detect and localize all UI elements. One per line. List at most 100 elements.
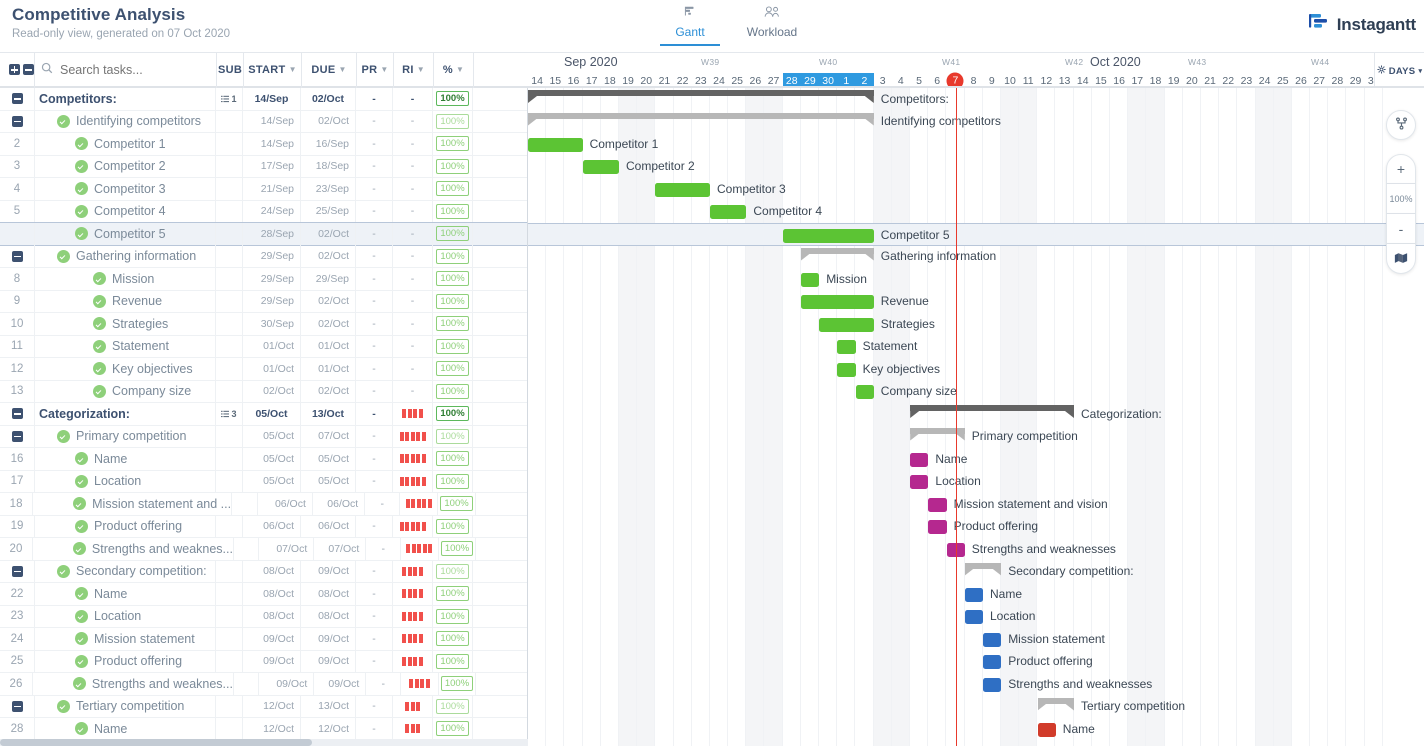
table-row[interactable]: 10 Strategies 30/Sep 02/Oct - -100% (0, 312, 527, 336)
timeline-day-cell[interactable]: 14 (1074, 73, 1092, 86)
timeline-day-cell[interactable]: 23 (1237, 73, 1255, 86)
overview-map-button[interactable] (1386, 244, 1416, 274)
task-name-cell[interactable]: Competitor 5 (34, 222, 215, 245)
gantt-task-bar[interactable] (710, 205, 747, 219)
timeline-day-cell[interactable]: 2 (855, 73, 874, 86)
zoom-level-display[interactable]: 100% (1386, 184, 1416, 214)
gantt-summary-bar[interactable] (528, 90, 874, 103)
gantt-row[interactable]: Statement (528, 336, 1424, 359)
gantt-row[interactable]: Strengths and weaknesses (528, 538, 1424, 561)
table-row[interactable]: 11 Statement 01/Oct 01/Oct - -100% (0, 335, 527, 358)
task-name-cell[interactable]: Gathering information (34, 245, 215, 268)
table-row[interactable]: 4 Competitor 3 21/Sep 23/Sep - -100% (0, 177, 527, 201)
gantt-row[interactable]: Mission statement (528, 628, 1424, 651)
gantt-row[interactable]: Mission (528, 268, 1424, 291)
task-name-cell[interactable]: Secondary competition: (34, 560, 215, 583)
task-complete-check-icon[interactable] (75, 632, 88, 646)
gantt-row[interactable]: Product offering (528, 651, 1424, 674)
gantt-chart-area[interactable]: Competitors: Identifying competitors Compe… (528, 88, 1424, 746)
gantt-row[interactable]: Competitor 3 (528, 178, 1424, 201)
task-name-cell[interactable]: Product offering (34, 650, 215, 673)
timeline-day-cell[interactable]: 27 (764, 73, 782, 86)
gantt-task-bar[interactable] (801, 295, 874, 309)
task-complete-check-icon[interactable] (93, 272, 106, 286)
table-row[interactable]: 20 Strengths and weaknes... 07/Oct 07/Oct -1… (0, 537, 527, 561)
gantt-task-bar[interactable] (964, 587, 983, 602)
gantt-row[interactable]: Tertiary competition (528, 696, 1424, 719)
table-row[interactable]: 26 Strengths and weaknes... 09/Oct 09/Oct -1… (0, 672, 527, 696)
timeline-day-cell[interactable]: 8 (965, 73, 983, 86)
gantt-row[interactable]: Competitor 1 (528, 133, 1424, 156)
task-complete-check-icon[interactable] (93, 339, 106, 353)
gantt-task-bar[interactable] (528, 137, 583, 152)
task-complete-check-icon[interactable] (75, 137, 88, 151)
task-name-cell[interactable]: Competitors: (34, 88, 215, 110)
table-row[interactable]: 12 Key objectives 01/Oct 01/Oct - -100% (0, 357, 527, 381)
collapse-icon[interactable] (11, 93, 23, 105)
task-complete-check-icon[interactable] (75, 204, 88, 218)
timeline-day-cell[interactable]: 29 (1346, 73, 1364, 86)
collapse-icon[interactable] (11, 408, 23, 420)
gantt-task-bar[interactable] (983, 632, 1002, 647)
task-name-cell[interactable]: Primary competition (34, 425, 215, 448)
row-collapse-toggle[interactable] (0, 430, 34, 442)
timeline-day-cell[interactable]: 28 (782, 73, 801, 86)
collapse-icon[interactable] (11, 250, 23, 262)
timeline-day-cell[interactable]: 7 (946, 72, 964, 86)
timeline-day-cell[interactable]: 20 (637, 73, 655, 86)
timeline-day-cell[interactable]: 3 (874, 73, 892, 86)
gantt-summary-bar[interactable] (1037, 697, 1074, 711)
timeline-day-cell[interactable]: 22 (1219, 73, 1237, 86)
task-complete-check-icon[interactable] (75, 452, 88, 466)
gantt-summary-bar[interactable] (528, 112, 874, 126)
row-collapse-toggle[interactable] (0, 93, 34, 105)
task-name-cell[interactable]: Competitor 2 (34, 155, 215, 178)
task-complete-check-icon[interactable] (57, 249, 70, 263)
timeline-day-cell[interactable]: 15 (546, 73, 564, 86)
filter-icon[interactable]: ▼ (380, 65, 388, 74)
timeline-day-cell[interactable]: 9 (983, 73, 1001, 86)
row-collapse-toggle[interactable] (0, 700, 34, 712)
table-row[interactable]: 18 Mission statement and ... 06/Oct 06/Oct -… (0, 492, 527, 516)
task-complete-check-icon[interactable] (75, 182, 88, 196)
table-row[interactable]: 25 Product offering 09/Oct 09/Oct -100% (0, 650, 527, 673)
table-row[interactable]: Tertiary competition 12/Oct 13/Oct - 100% (0, 695, 527, 718)
gantt-row[interactable]: Competitor 5 (528, 223, 1424, 246)
timeline-day-cell[interactable]: 21 (1201, 73, 1219, 86)
timeline-day-cell[interactable]: 4 (892, 73, 910, 86)
timeline-day-labels[interactable]: 14 15 16 17 18 19 20 21 22 23 24 25 26 27 28 29 30 1 2 3 4 5 6… (528, 72, 1383, 86)
task-name-cell[interactable]: Competitor 1 (34, 132, 215, 155)
gantt-summary-bar[interactable] (801, 247, 874, 261)
timeline-day-cell[interactable]: 18 (601, 73, 619, 86)
table-row[interactable]: 23 Location 08/Oct 08/Oct -100% (0, 605, 527, 628)
task-complete-check-icon[interactable] (75, 474, 88, 488)
timeline-day-cell[interactable]: 26 (746, 73, 764, 86)
gantt-task-bar[interactable] (928, 520, 947, 534)
table-horizontal-scrollbar[interactable] (0, 739, 528, 746)
gantt-row[interactable]: Product offering (528, 516, 1424, 539)
task-name-cell[interactable]: Tertiary competition (34, 695, 215, 718)
gantt-task-bar[interactable] (983, 677, 1002, 692)
collapse-icon[interactable] (11, 565, 23, 577)
gantt-task-bar[interactable] (910, 452, 929, 467)
timeline-day-cell[interactable]: 24 (1256, 73, 1274, 86)
collapse-icon[interactable] (11, 430, 23, 442)
timeline-day-cell[interactable]: 21 (655, 73, 673, 86)
search-container[interactable] (34, 51, 216, 88)
task-complete-check-icon[interactable] (73, 497, 87, 511)
table-row[interactable]: 19 Product offering 06/Oct 06/Oct -100% (0, 515, 527, 538)
gantt-summary-bar[interactable] (964, 562, 1002, 576)
task-name-cell[interactable]: Identifying competitors (34, 110, 215, 133)
gantt-row[interactable]: Location (528, 471, 1424, 494)
timeline-day-cell[interactable]: 27 (1310, 73, 1328, 86)
zoom-out-button[interactable]: - (1386, 214, 1416, 244)
timeline-day-cell[interactable]: 23 (692, 73, 710, 86)
task-complete-check-icon[interactable] (72, 677, 86, 691)
table-row[interactable]: Competitor 5 28/Sep 02/Oct - -100% (0, 222, 527, 246)
task-complete-check-icon[interactable] (75, 609, 88, 623)
gantt-task-bar[interactable] (928, 497, 947, 512)
table-row[interactable]: 16 Name 05/Oct 05/Oct -100% (0, 447, 527, 471)
gantt-row[interactable]: Gathering information (528, 246, 1424, 269)
task-name-cell[interactable]: Name (34, 717, 215, 740)
table-row[interactable]: Secondary competition: 08/Oct 09/Oct - 100% (0, 560, 527, 583)
